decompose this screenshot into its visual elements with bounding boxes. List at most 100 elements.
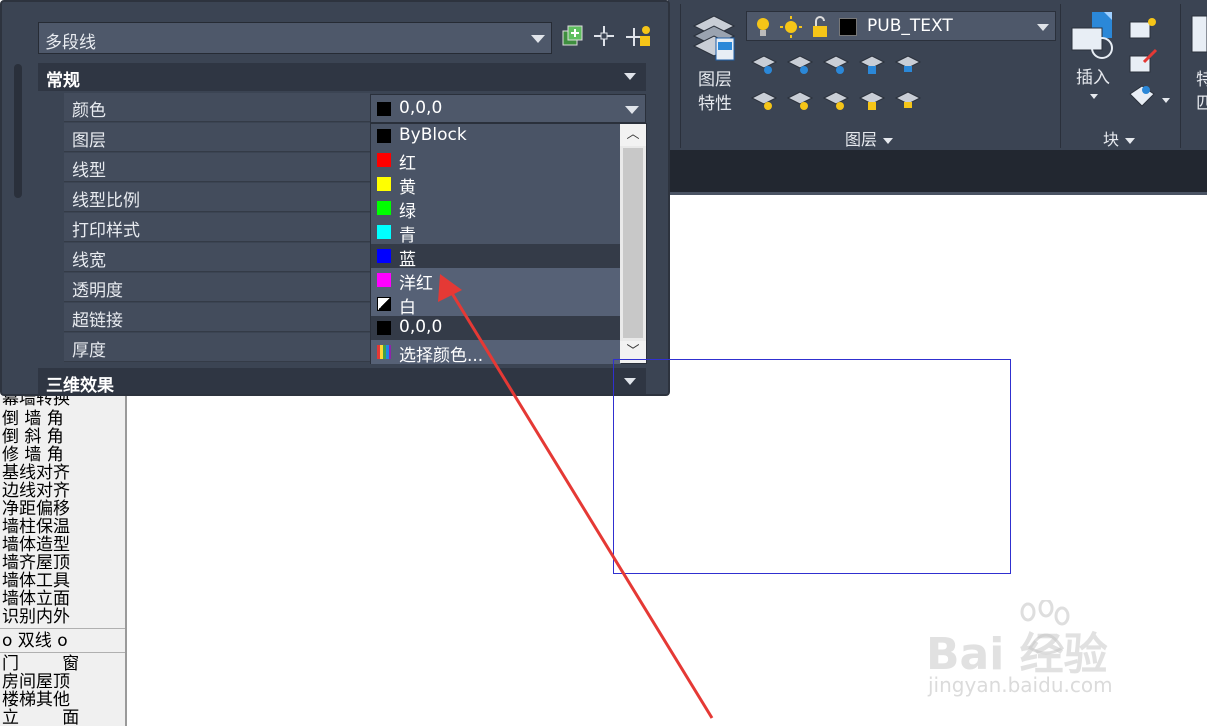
menu-group-header[interactable]: o 双线 o — [2, 632, 68, 650]
menu-item[interactable]: 修 墙 角 — [2, 446, 64, 464]
layer-color-swatch — [839, 18, 857, 36]
prop-transparency[interactable]: 透明度 — [64, 273, 370, 302]
select-color-icon — [377, 345, 391, 359]
layer-properties-icon[interactable] — [690, 12, 738, 64]
match-properties-label-1[interactable]: 特 — [1196, 70, 1207, 90]
ribbon-separator — [1180, 4, 1181, 148]
color-option-select-color[interactable]: 选择颜色... — [371, 340, 621, 366]
color-option-magenta[interactable]: 洋红 — [371, 268, 621, 294]
layer-panel-title-text: 图层 — [845, 130, 878, 149]
color-option-white[interactable]: 白 — [371, 292, 621, 318]
block-tools-icons[interactable] — [1126, 14, 1176, 114]
object-type-dropdown[interactable]: 多段线 — [38, 22, 552, 54]
color-option-blue[interactable]: 蓝 — [371, 244, 621, 270]
chevron-down-icon[interactable] — [624, 73, 636, 80]
menu-item[interactable]: 房间屋顶 — [2, 673, 70, 691]
color-swatch — [377, 129, 391, 143]
prop-thickness[interactable]: 厚度 — [64, 333, 370, 362]
insert-block-icon[interactable] — [1070, 10, 1122, 66]
prop-linetype-scale-label: 线型比例 — [72, 191, 140, 211]
chevron-down-icon — [1125, 137, 1136, 144]
menu-item[interactable]: 墙体立面 — [2, 590, 70, 608]
menu-item[interactable]: 边线对齐 — [2, 482, 70, 500]
chevron-down-icon[interactable] — [1090, 94, 1098, 99]
color-option-rgb-000[interactable]: 0,0,0 — [371, 316, 621, 340]
menu-item[interactable]: 幕墙转换 — [2, 396, 70, 408]
prop-layer-label: 图层 — [72, 131, 106, 151]
color-option-green[interactable]: 绿 — [371, 196, 621, 222]
layer-panel-title[interactable]: 图层 — [845, 126, 894, 150]
menu-item[interactable]: 识别内外 — [2, 608, 70, 626]
left-tool-menu: 幕墙转换 倒 墙 角 倒 斜 角 修 墙 角 基线对齐 边线对齐 净距偏移 墙柱… — [0, 396, 127, 726]
layer-properties-label-1[interactable]: 图层 — [698, 70, 732, 90]
menu-item[interactable]: 净距偏移 — [2, 500, 70, 518]
chevron-down-icon[interactable] — [625, 106, 639, 114]
color-swatch — [377, 249, 391, 263]
color-option-label: 红 — [399, 154, 416, 174]
prop-color[interactable]: 颜色 — [64, 93, 370, 122]
prop-plot-style-label: 打印样式 — [72, 221, 140, 241]
color-swatch — [377, 225, 391, 239]
prop-layer[interactable]: 图层 — [64, 123, 370, 152]
color-option-byblock[interactable]: ByBlock — [371, 124, 621, 148]
color-option-cyan[interactable]: 青 — [371, 220, 621, 246]
prop-lineweight[interactable]: 线宽 — [64, 243, 370, 272]
quick-select-icon[interactable] — [626, 24, 652, 50]
prop-lineweight-label: 线宽 — [72, 251, 106, 271]
color-option-label: 选择颜色... — [399, 346, 484, 366]
section-general[interactable]: 常规 — [38, 63, 646, 91]
menu-item[interactable]: 墙体造型 — [2, 536, 70, 554]
ribbon-separator — [1060, 4, 1061, 148]
color-option-label: 洋红 — [399, 274, 433, 294]
color-option-label: 白 — [399, 298, 416, 318]
chevron-down-icon[interactable] — [1037, 24, 1049, 31]
layer-tools-icons[interactable] — [748, 48, 924, 116]
color-dropdown[interactable]: 0,0,0 — [370, 94, 646, 123]
palette-side-bar[interactable] — [14, 64, 22, 198]
layer-properties-label-2[interactable]: 特性 — [698, 94, 732, 114]
color-swatch — [377, 201, 391, 215]
color-option-label: 蓝 — [399, 250, 416, 270]
color-option-label: 绿 — [399, 202, 416, 222]
chevron-down-icon[interactable] — [531, 35, 545, 43]
block-panel-title[interactable]: 块 — [1103, 126, 1136, 150]
menu-item[interactable]: 墙柱保温 — [2, 518, 70, 536]
match-properties-label-2[interactable]: 匹 — [1196, 94, 1207, 114]
menu-item[interactable]: 基线对齐 — [2, 464, 70, 482]
menu-divider — [0, 628, 125, 629]
menu-item[interactable]: 楼梯其他 — [2, 691, 70, 709]
color-option-red[interactable]: 红 — [371, 148, 621, 174]
menu-item[interactable]: 墙齐屋顶 — [2, 554, 70, 572]
color-swatch — [377, 177, 391, 191]
layer-dropdown[interactable]: PUB_TEXT — [746, 11, 1056, 41]
prop-linetype[interactable]: 线型 — [64, 153, 370, 182]
color-current-value: 0,0,0 — [399, 98, 443, 118]
color-swatch — [377, 297, 391, 311]
menu-item[interactable]: 倒 斜 角 — [2, 428, 64, 446]
menu-divider — [0, 652, 125, 653]
color-option-label: 黄 — [399, 178, 416, 198]
select-objects-icon[interactable] — [592, 24, 618, 50]
menu-item[interactable]: 倒 墙 角 — [2, 410, 64, 428]
insert-label[interactable]: 插入 — [1076, 68, 1110, 88]
scrollbar-thumb[interactable] — [623, 148, 643, 338]
chevron-up-icon[interactable]: ︿ — [620, 124, 646, 146]
prop-hyperlink[interactable]: 超链接 — [64, 303, 370, 332]
prop-plot-style[interactable]: 打印样式 — [64, 213, 370, 242]
color-list-scrollbar[interactable]: ︿ ﹀ — [620, 124, 646, 363]
prop-transparency-label: 透明度 — [72, 281, 123, 301]
menu-item[interactable]: 墙体工具 — [2, 572, 70, 590]
menu-item[interactable]: 门 窗 — [2, 655, 79, 673]
polyline-rectangle[interactable] — [613, 359, 1011, 574]
menu-item[interactable]: 立 面 — [2, 709, 79, 726]
color-option-yellow[interactable]: 黄 — [371, 172, 621, 198]
match-properties-icon[interactable] — [1190, 12, 1207, 56]
color-option-label: 青 — [399, 226, 416, 246]
prop-linetype-scale[interactable]: 线型比例 — [64, 183, 370, 212]
section-3d-effects[interactable]: 三维效果 — [38, 368, 646, 396]
color-swatch — [377, 273, 391, 287]
toggle-pickadd-icon[interactable] — [560, 24, 586, 50]
prop-color-label: 颜色 — [72, 101, 106, 121]
section-general-title: 常规 — [46, 71, 80, 91]
properties-palette: 多段线 常规 颜色 图层 线型 线型比例 打印样式 线宽 透明度 超链接 厚度 … — [0, 0, 670, 396]
